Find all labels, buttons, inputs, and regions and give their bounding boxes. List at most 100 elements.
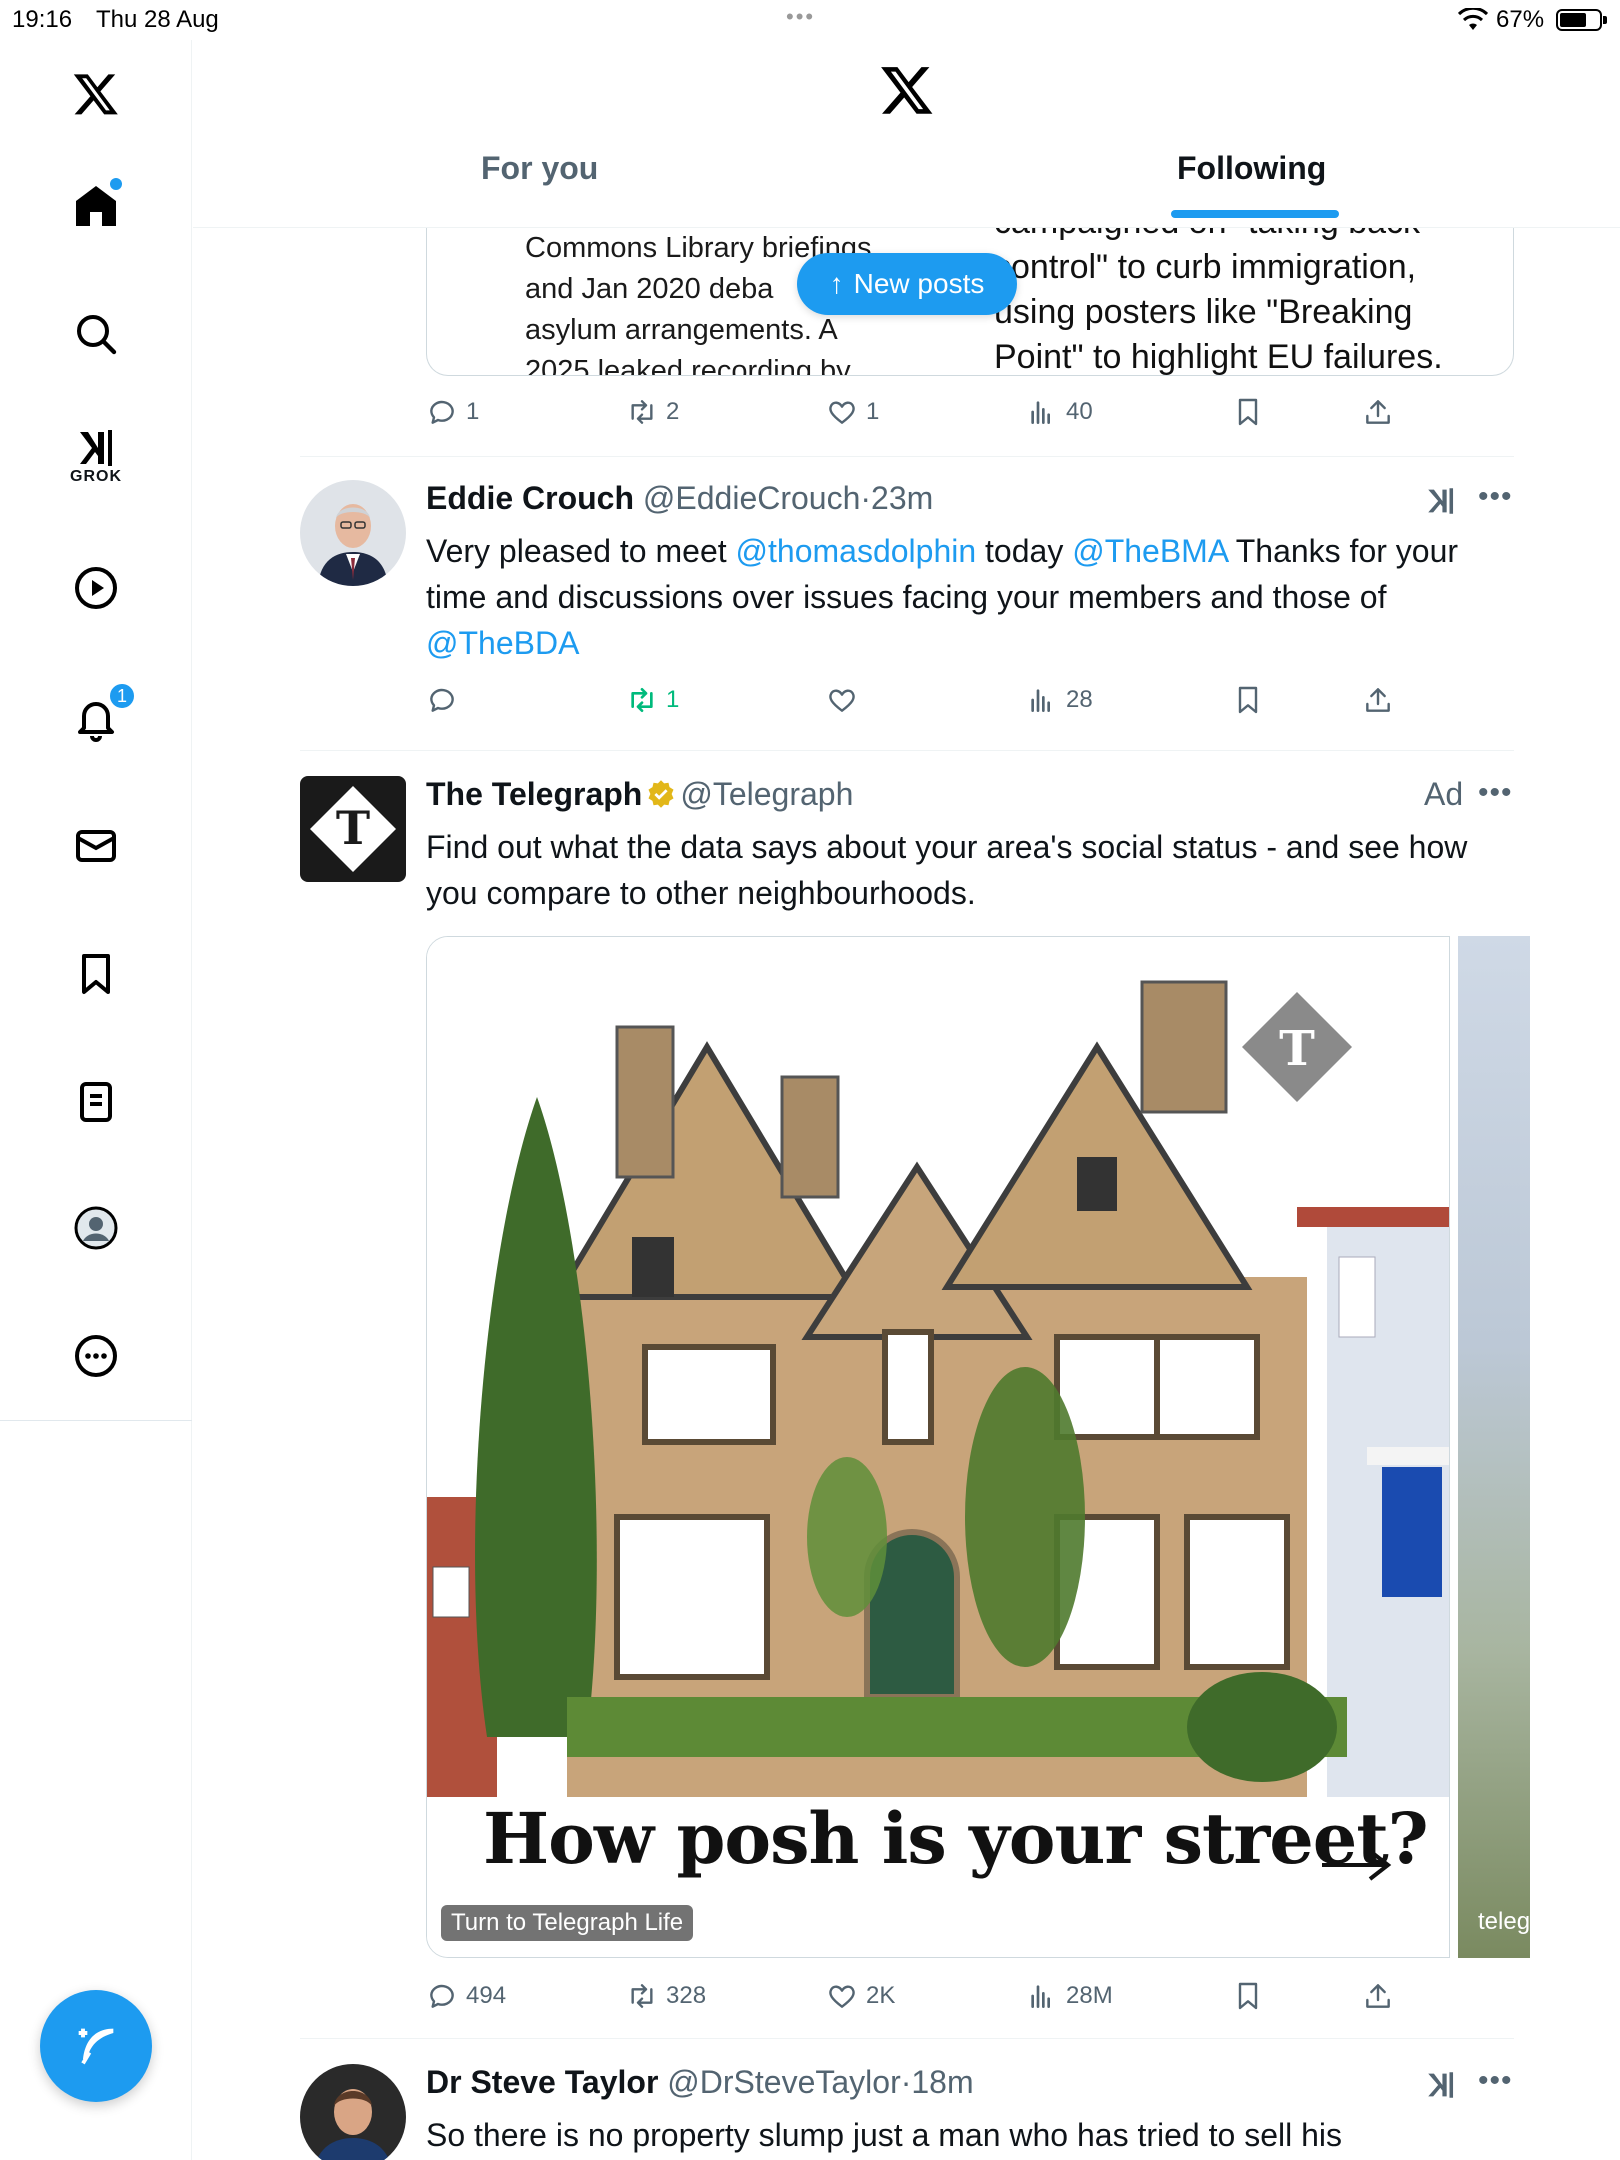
- views-bars-icon: [1031, 401, 1050, 424]
- svg-text:T: T: [1279, 1021, 1315, 1077]
- share-button[interactable]: [1362, 1980, 1394, 2012]
- ad-image-card[interactable]: T How posh is your street? Turn to Teleg…: [426, 936, 1450, 1958]
- grok-icon[interactable]: [1424, 2068, 1458, 2102]
- post-text-segment: Very pleased to meet: [426, 533, 736, 569]
- verified-badge-icon: [648, 780, 674, 808]
- sidebar-item-profile[interactable]: [64, 1196, 128, 1260]
- avatar[interactable]: [300, 480, 406, 586]
- display-name[interactable]: Eddie Crouch: [426, 480, 634, 516]
- share-button[interactable]: [1362, 684, 1394, 716]
- post-divider: [300, 456, 1514, 457]
- more-options-icon[interactable]: •••: [1478, 480, 1513, 514]
- display-name[interactable]: The Telegraph: [426, 776, 642, 812]
- views-count: 28M: [1066, 1982, 1113, 2009]
- more-options-icon[interactable]: •••: [1478, 776, 1513, 810]
- quote-line: Point" to highlight EU failures.: [994, 338, 1443, 376]
- post-header: The Telegraph @Telegraph: [426, 776, 853, 813]
- views-button[interactable]: 28M: [1026, 1980, 1113, 2012]
- ad-destination-tag[interactable]: teleg: [1478, 1904, 1530, 1940]
- new-posts-label: New posts: [853, 268, 985, 299]
- like-count: 2K: [866, 1982, 896, 2009]
- repost-button[interactable]: 1: [626, 684, 679, 716]
- username[interactable]: @EddieCrouch: [643, 480, 860, 516]
- sidebar-item-explore[interactable]: [64, 302, 128, 366]
- mention-link[interactable]: @TheBDA: [426, 625, 579, 661]
- sidebar-item-grok[interactable]: GROK: [64, 424, 128, 488]
- reply-icon: [430, 1984, 454, 2008]
- notifications-badge: 1: [108, 682, 136, 710]
- share-button[interactable]: [1362, 396, 1394, 428]
- x-logo-icon[interactable]: [64, 62, 128, 126]
- repost-icon: [631, 688, 653, 712]
- username[interactable]: @DrSteveTaylor: [667, 2064, 900, 2100]
- repost-button[interactable]: 328: [626, 1980, 706, 2012]
- sidebar-item-video[interactable]: [64, 556, 128, 620]
- tab-label: Following: [1177, 150, 1327, 186]
- bookmark-icon: [1238, 398, 1258, 426]
- like-button[interactable]: 1: [826, 396, 879, 428]
- reply-count: 494: [466, 1982, 507, 2009]
- quote-line: asylum arrangements. A: [525, 314, 838, 346]
- reply-icon: [430, 688, 454, 712]
- post-text: Find out what the data says about your a…: [426, 829, 1468, 911]
- bookmark-icon: [1238, 686, 1258, 714]
- views-button[interactable]: 40: [1026, 396, 1093, 428]
- avatar[interactable]: T: [300, 776, 406, 882]
- username[interactable]: @Telegraph: [680, 776, 853, 812]
- post-header: Eddie Crouch @EddieCrouch·23m: [426, 480, 933, 517]
- like-button[interactable]: [826, 684, 866, 716]
- bookmark-button[interactable]: [1232, 684, 1264, 716]
- repost-count: 1: [666, 686, 680, 713]
- reply-button[interactable]: 1: [426, 396, 479, 428]
- display-name[interactable]: Dr Steve Taylor: [426, 2064, 658, 2100]
- x-logo-icon[interactable]: [879, 62, 935, 118]
- repost-button[interactable]: 2: [626, 396, 679, 428]
- sidebar-item-home[interactable]: [64, 174, 128, 238]
- timeline-header: For you Following: [193, 40, 1620, 228]
- more-options-icon[interactable]: •••: [1478, 2064, 1513, 2098]
- active-tab-indicator: [1171, 210, 1339, 218]
- sidebar-item-notifications[interactable]: 1: [64, 682, 136, 750]
- repost-count: 328: [666, 1982, 707, 2009]
- grok-label: GROK: [70, 468, 122, 485]
- views-count: 40: [1066, 398, 1093, 425]
- mention-link[interactable]: @TheBMA: [1072, 533, 1227, 569]
- tab-following[interactable]: Following: [1171, 150, 1339, 228]
- ad-destination-tag[interactable]: Turn to Telegraph Life: [441, 1905, 694, 1941]
- repost-count: 2: [666, 398, 680, 425]
- play-icon: [75, 567, 117, 609]
- battery-percent: 67%: [1496, 6, 1545, 33]
- views-button[interactable]: 28: [1026, 684, 1093, 716]
- tab-for-you[interactable]: For you: [481, 150, 598, 228]
- avatar[interactable]: [300, 2064, 406, 2160]
- share-icon: [1366, 688, 1390, 712]
- multitasking-dots-icon[interactable]: •••: [786, 4, 815, 30]
- reply-button[interactable]: 494: [426, 1980, 506, 2012]
- bookmark-icon: [82, 954, 110, 994]
- sidebar-item-bookmarks[interactable]: [64, 942, 128, 1006]
- sidebar-divider: [0, 1420, 192, 1421]
- mention-link[interactable]: @thomasdolphin: [736, 533, 977, 569]
- post-text: So there is no property slump just a man…: [426, 2117, 1342, 2153]
- views-bars-icon: [1031, 689, 1050, 712]
- bookmark-button[interactable]: [1232, 1980, 1264, 2012]
- new-posts-button[interactable]: ↑ New posts: [797, 253, 1017, 315]
- sidebar-item-lists[interactable]: [64, 1070, 128, 1134]
- sidebar-item-more[interactable]: [64, 1324, 128, 1388]
- ad-carousel-next-card[interactable]: teleg: [1458, 936, 1530, 1958]
- repost-icon: [631, 1984, 653, 2008]
- grok-icon[interactable]: [1424, 484, 1458, 518]
- views-count: 28: [1066, 686, 1093, 713]
- reply-button[interactable]: [426, 684, 466, 716]
- battery-icon: [1556, 9, 1607, 31]
- post-time[interactable]: 18m: [911, 2064, 973, 2100]
- list-icon: [80, 1082, 112, 1122]
- tab-label: For you: [481, 150, 599, 186]
- quote-line: 2025 leaked recording by: [525, 355, 851, 376]
- post-time[interactable]: 23m: [871, 480, 933, 516]
- like-count: 1: [866, 398, 880, 425]
- like-button[interactable]: 2K: [826, 1980, 895, 2012]
- compose-post-button[interactable]: [40, 1990, 152, 2102]
- sidebar-item-messages[interactable]: [64, 814, 128, 878]
- bookmark-button[interactable]: [1232, 396, 1264, 428]
